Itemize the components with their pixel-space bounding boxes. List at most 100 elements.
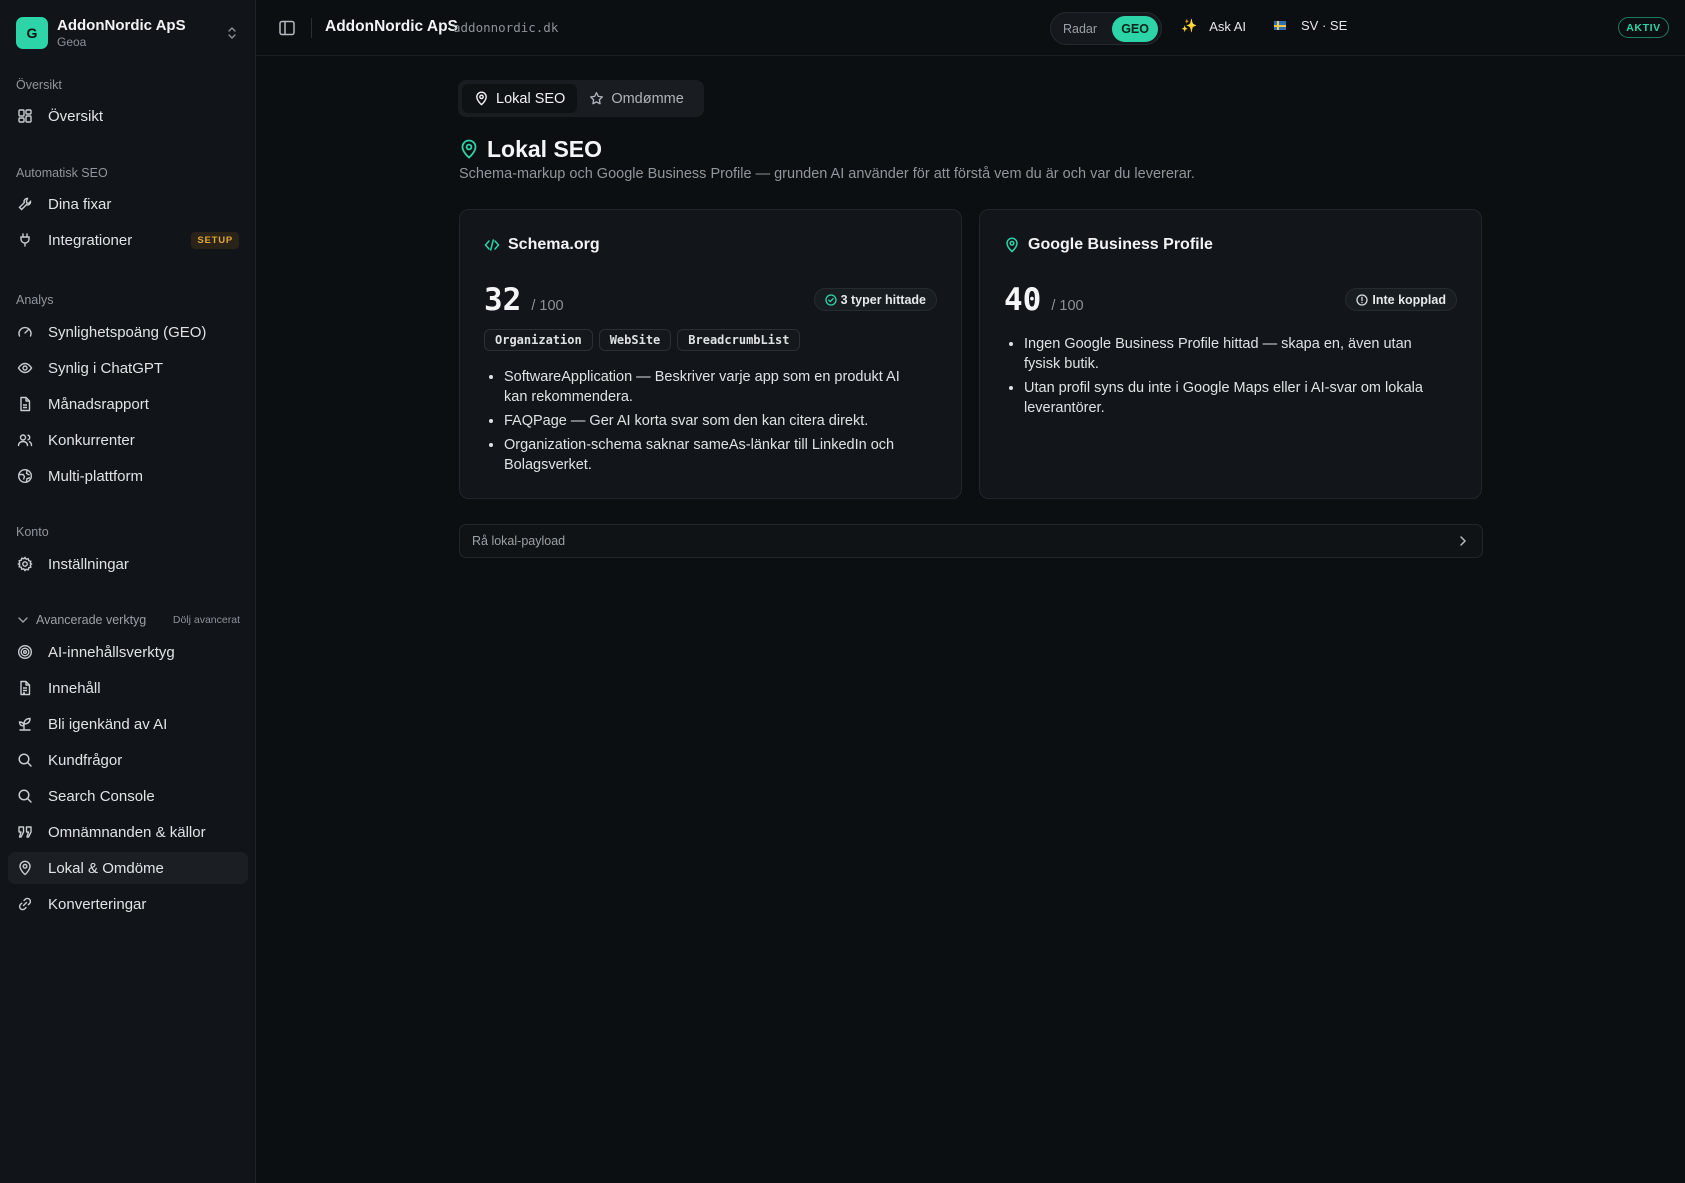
sidebar-item-label: Konkurrenter [48, 431, 135, 449]
page-title-text: Lokal SEO [487, 135, 603, 162]
sidebar-item-label: Månadsrapport [48, 395, 149, 413]
sidebar-item-settings[interactable]: Inställningar [8, 548, 248, 580]
sidebar-toggle-icon[interactable] [278, 19, 296, 37]
schema-type-chip: WebSite [598, 329, 672, 351]
sidebar-item-label: Inställningar [48, 555, 129, 573]
sidebar-item-conversions[interactable]: Konverteringar [8, 888, 248, 920]
sidebar-item-label: Lokal & Omdöme [48, 859, 164, 877]
section-account-label: Konto [16, 525, 49, 539]
org-logo: G [16, 17, 48, 49]
section-analysis-label: Analys [16, 293, 54, 307]
gauge-icon [18, 326, 32, 337]
language-label: SV · SE [1301, 18, 1348, 33]
gbp-recommendations: Ingen Google Business Profile hittad — s… [1024, 334, 1444, 422]
mode-toggle: Radar GEO [1050, 12, 1162, 45]
schema-score-value: 32 [484, 282, 522, 318]
schema-card: Schema.org 32 / 100 3 typer hittade Orga… [459, 209, 962, 499]
org-switcher[interactable]: G AddonNordic ApS Geoa [16, 16, 240, 50]
ask-ai-label: Ask AI [1209, 18, 1247, 34]
tab-label: Omdømme [611, 90, 684, 107]
page-title: Lokal SEO [460, 134, 602, 164]
sidebar-item-multi-platform[interactable]: Multi-plattform [8, 460, 248, 492]
page-tabs: Lokal SEO Omdømme [458, 80, 704, 117]
alert-circle-icon [1356, 293, 1369, 306]
sidebar-item-content[interactable]: Innehåll [8, 672, 248, 704]
gbp-card-header: Google Business Profile [1004, 236, 1213, 254]
check-circle-icon [824, 293, 837, 306]
list-item: Ingen Google Business Profile hittad — s… [1024, 334, 1444, 374]
map-pin-icon [19, 860, 31, 876]
sidebar-item-label: Multi-plattform [48, 467, 144, 485]
sidebar-item-visibility-score[interactable]: Synlighetspoäng (GEO) [8, 316, 248, 348]
chevron-up-down-icon [228, 27, 236, 39]
sidebar-item-monthly-report[interactable]: Månadsrapport [8, 388, 248, 420]
section-overview-label: Översikt [16, 78, 62, 92]
mode-option-radar[interactable]: Radar [1054, 16, 1106, 42]
chevron-right-icon [1460, 536, 1467, 546]
gbp-score-value: 40 [1004, 282, 1042, 318]
workspace-domain: addonnordic.dk [453, 20, 559, 35]
sidebar-item-search-console[interactable]: Search Console [8, 780, 248, 812]
org-subtitle: Geoa [57, 34, 87, 49]
globe-icon [17, 468, 33, 484]
gbp-status-label: Inte kopplad [1372, 292, 1446, 307]
raw-payload-expander[interactable]: Rå lokal-payload [459, 524, 1483, 558]
sidebar-item-label: Search Console [48, 787, 155, 805]
sidebar-item-label: Bli igenkänd av AI [48, 715, 168, 733]
grid-icon [18, 109, 32, 123]
users-icon [17, 434, 33, 447]
sidebar-item-label: Synlighetspoäng (GEO) [48, 323, 207, 341]
hide-advanced-link[interactable]: Dölj avancerat [173, 614, 240, 626]
org-name: AddonNordic ApS [57, 16, 186, 34]
sidebar-item-chatgpt[interactable]: Synlig i ChatGPT [8, 352, 248, 384]
sidebar-item-mentions-sources[interactable]: Omnämnanden & källor [8, 816, 248, 848]
schema-status-label: 3 typer hittade [840, 292, 926, 307]
sidebar-item-overview[interactable]: Översikt [8, 100, 248, 132]
sidebar-item-fixes[interactable]: Dina fixar [8, 188, 248, 220]
search-icon [18, 753, 32, 767]
sidebar-item-integrations[interactable]: Integrationer SETUP [8, 224, 248, 256]
status-badge: AKTIV [1618, 17, 1669, 38]
sidebar: G AddonNordic ApS Geoa Översikt Översikt… [0, 0, 256, 1183]
quote-icon [18, 826, 32, 838]
list-item: Organization-schema saknar sameAs-länkar… [504, 435, 924, 475]
tab-local-seo[interactable]: Lokal SEO [462, 84, 578, 113]
gbp-status-badge: Inte kopplad [1345, 288, 1457, 311]
star-icon [590, 92, 604, 105]
sidebar-item-customer-questions[interactable]: Kundfrågor [8, 744, 248, 776]
list-item: FAQPage — Ger AI korta svar som den kan … [504, 411, 924, 431]
schema-card-title: Schema.org [508, 236, 600, 253]
sidebar-item-ai-content-tool[interactable]: AI-innehållsverktyg [8, 636, 248, 668]
gbp-score-max: / 100 [1051, 298, 1084, 314]
schema-score: 32 / 100 [484, 282, 564, 318]
sparkles-icon: ✨ [1181, 18, 1198, 33]
sidebar-item-label: Omnämnanden & källor [48, 823, 206, 841]
sidebar-item-label: Innehåll [48, 679, 101, 697]
sidebar-item-label: Dina fixar [48, 195, 112, 213]
plug-icon [20, 233, 30, 247]
language-selector[interactable]: SV · SE [1274, 18, 1347, 33]
workspace-title: AddonNordic ApS [325, 18, 458, 35]
file-text-icon [20, 680, 31, 696]
search-icon [18, 789, 32, 803]
mode-option-geo[interactable]: GEO [1112, 15, 1158, 42]
sidebar-item-label: Synlig i ChatGPT [48, 359, 164, 377]
sidebar-item-label: AI-innehållsverktyg [48, 643, 175, 661]
document-icon [20, 396, 31, 412]
sprout-icon [18, 717, 31, 731]
link-icon [18, 897, 32, 911]
list-item: Utan profil syns du inte i Google Maps e… [1024, 378, 1444, 418]
gbp-score: 40 / 100 [1004, 282, 1084, 318]
advanced-tools-toggle[interactable]: Avancerade verktyg Dölj avancerat [16, 612, 240, 628]
section-auto-seo-label: Automatisk SEO [16, 166, 108, 180]
schema-card-header: Schema.org [484, 236, 600, 254]
raw-payload-label: Rå lokal-payload [472, 534, 566, 548]
target-icon [17, 644, 33, 660]
sidebar-item-local-reputation[interactable]: Lokal & Omdöme [8, 852, 248, 884]
schema-recommendations: SoftwareApplication — Beskriver varje ap… [504, 367, 924, 479]
ask-ai-button[interactable]: ✨ Ask AI [1181, 18, 1246, 34]
tab-label: Lokal SEO [496, 90, 566, 107]
sidebar-item-competitors[interactable]: Konkurrenter [8, 424, 248, 456]
tab-reputation[interactable]: Omdømme [577, 84, 696, 113]
sidebar-item-recognized-by-ai[interactable]: Bli igenkänd av AI [8, 708, 248, 740]
